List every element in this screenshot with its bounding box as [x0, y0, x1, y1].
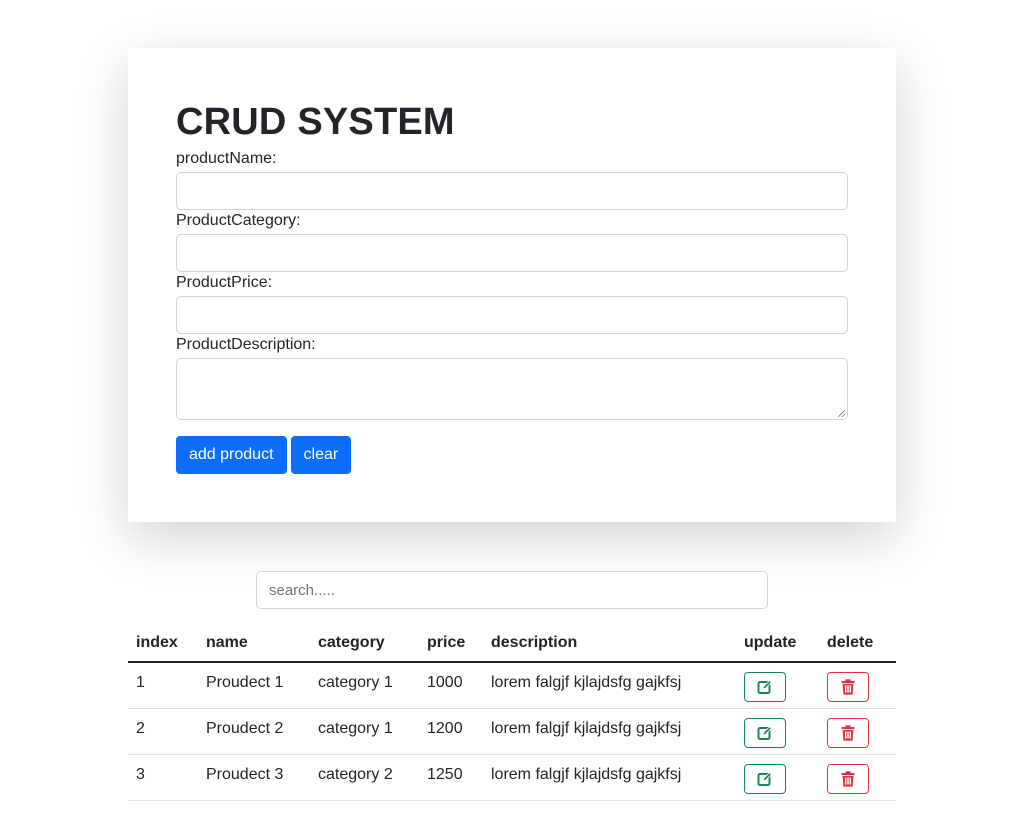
cell-category: category 1 — [310, 662, 419, 709]
cell-index: 3 — [128, 754, 198, 801]
product-price-input[interactable] — [176, 296, 848, 334]
header-price: price — [419, 625, 483, 663]
product-name-label: productName: — [176, 150, 277, 167]
trash-icon — [841, 724, 855, 741]
cell-price: 1250 — [419, 754, 483, 801]
add-product-button[interactable]: add product — [176, 436, 287, 474]
search-input[interactable] — [257, 572, 767, 608]
cell-delete — [819, 708, 896, 755]
product-description-label: ProductDescription: — [176, 336, 316, 353]
cell-category: category 2 — [310, 754, 419, 801]
cell-description: lorem falgjf kjlajdsfg gajkfsj — [483, 662, 736, 709]
header-delete: delete — [819, 625, 896, 663]
cell-delete — [819, 662, 896, 709]
products-table: index name category price description up… — [128, 625, 896, 801]
table-row: 1 Proudect 1 category 1 1000 lorem falgj… — [128, 662, 896, 709]
search-box — [256, 571, 768, 609]
header-name: name — [198, 625, 310, 663]
header-category: category — [310, 625, 419, 663]
header-index: index — [128, 625, 198, 663]
product-name-input[interactable] — [176, 172, 848, 210]
header-update: update — [736, 625, 819, 663]
product-form-card: CRUD SYSTEM productName: ProductCategory… — [128, 48, 896, 522]
update-button[interactable] — [744, 672, 786, 702]
edit-icon — [757, 771, 772, 786]
cell-update — [736, 662, 819, 709]
resize-grip-icon[interactable] — [838, 410, 845, 417]
page-title: CRUD SYSTEM — [176, 101, 455, 143]
table-row: 3 Proudect 3 category 2 1250 lorem falgj… — [128, 754, 896, 801]
cell-update — [736, 708, 819, 755]
trash-icon — [841, 770, 855, 787]
product-price-label: ProductPrice: — [176, 274, 273, 291]
trash-icon — [841, 679, 855, 695]
cell-category: category 1 — [310, 708, 419, 755]
delete-button[interactable] — [827, 717, 869, 748]
cell-description: lorem falgjf kjlajdsfg gajkfsj — [483, 754, 736, 801]
edit-icon — [757, 725, 772, 740]
cell-price: 1200 — [419, 708, 483, 755]
product-description-textarea[interactable] — [176, 358, 848, 420]
cell-name: Proudect 1 — [198, 662, 310, 709]
clear-button[interactable]: clear — [290, 436, 352, 474]
edit-icon — [757, 680, 772, 694]
cell-price: 1000 — [419, 662, 483, 709]
table-row: 2 Proudect 2 category 1 1200 lorem falgj… — [128, 708, 896, 755]
cell-delete — [819, 754, 896, 801]
cell-name: Proudect 3 — [198, 754, 310, 801]
cell-index: 2 — [128, 708, 198, 755]
cell-description: lorem falgjf kjlajdsfg gajkfsj — [483, 708, 736, 755]
update-button[interactable] — [744, 717, 786, 748]
cell-index: 1 — [128, 662, 198, 709]
delete-button[interactable] — [827, 672, 869, 702]
table-header-row: index name category price description up… — [128, 625, 896, 663]
cell-update — [736, 754, 819, 801]
product-category-label: ProductCategory: — [176, 212, 301, 229]
product-category-input[interactable] — [176, 234, 848, 272]
delete-button[interactable] — [827, 763, 869, 794]
header-description: description — [483, 625, 736, 663]
update-button[interactable] — [744, 763, 786, 794]
cell-name: Proudect 2 — [198, 708, 310, 755]
form-actions: add product clear — [176, 436, 848, 474]
